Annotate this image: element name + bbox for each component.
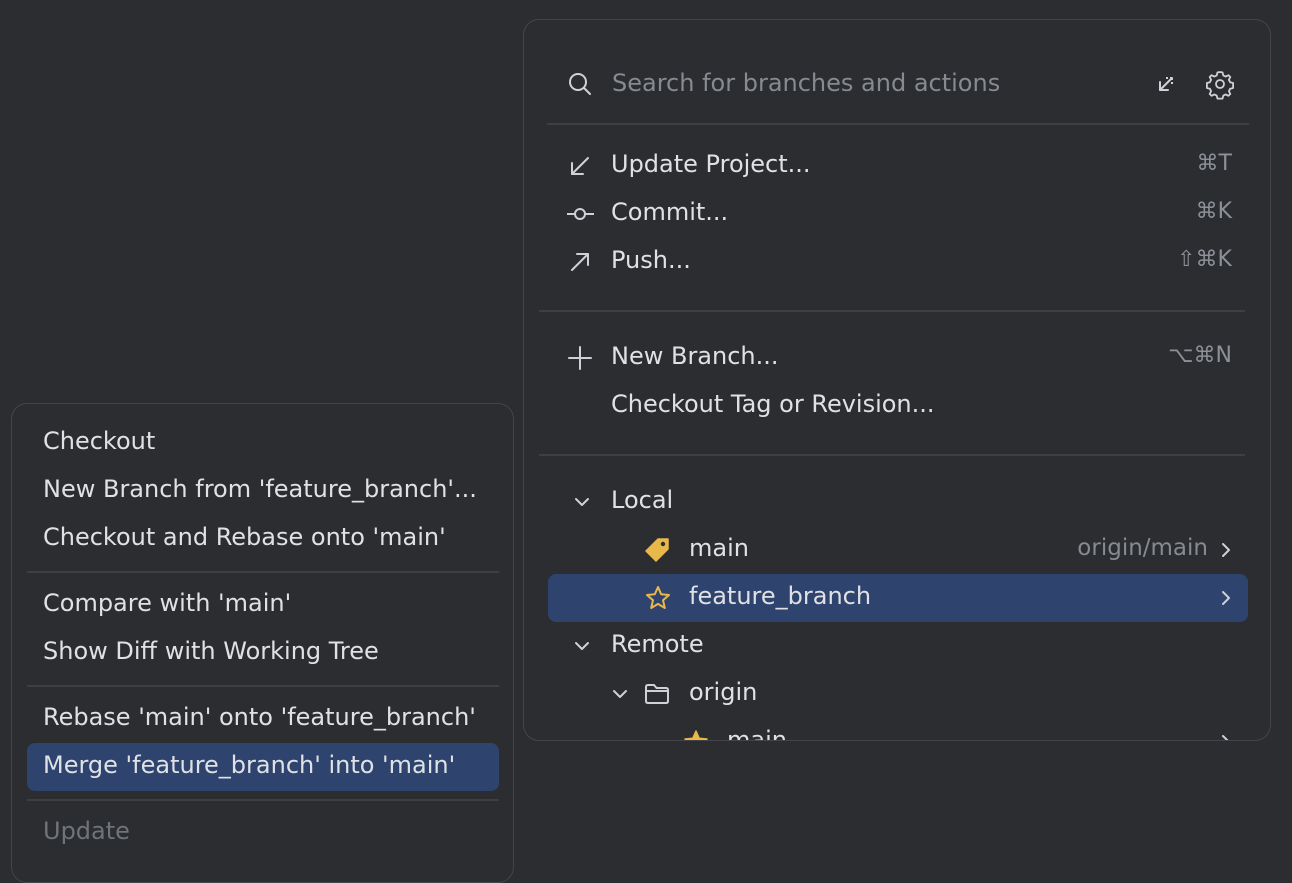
tree-group-origin[interactable]: origin (548, 670, 1248, 718)
commit-action[interactable]: Commit... ⌘K (548, 190, 1248, 238)
menu-separator (27, 571, 499, 573)
menu-item-label: Compare with 'main' (43, 589, 292, 617)
menu-separator (27, 685, 499, 687)
menu-item-compare[interactable]: Compare with 'main' (27, 581, 499, 629)
tree-group-label: Remote (611, 630, 704, 658)
push-arrow-icon (571, 253, 589, 271)
action-shortcut: ⌘K (1195, 199, 1232, 224)
action-label: Update Project... (611, 150, 811, 178)
menu-item-label: Rebase 'main' onto 'feature_branch' (43, 703, 476, 731)
chevron-right-icon[interactable] (1216, 732, 1236, 741)
search-icon (569, 73, 591, 95)
branch-name: main (727, 726, 787, 741)
new-branch-action[interactable]: New Branch... ⌥⌘N (548, 334, 1248, 382)
menu-item-label: Show Diff with Working Tree (43, 637, 379, 665)
branches-popup: Update Project... ⌘T Commit... ⌘K Push..… (523, 19, 1271, 741)
star-outline-icon (646, 586, 670, 609)
action-label: New Branch... (611, 342, 779, 370)
menu-separator (27, 799, 499, 801)
chevron-down-icon (613, 690, 627, 698)
search-bar[interactable] (548, 64, 1248, 104)
menu-item-checkout[interactable]: Checkout (27, 419, 499, 467)
divider (539, 454, 1245, 456)
collapse-icon[interactable] (1152, 70, 1180, 98)
divider (539, 310, 1245, 312)
menu-item-label: Checkout (43, 427, 156, 455)
branch-item-main[interactable]: main origin/main (548, 526, 1248, 574)
gear-icon[interactable] (1204, 68, 1236, 100)
action-label: Push... (611, 246, 691, 274)
menu-item-show-diff[interactable]: Show Diff with Working Tree (27, 629, 499, 677)
menu-item-new-branch-from[interactable]: New Branch from 'feature_branch'... (27, 467, 499, 515)
chevron-down-icon (575, 642, 589, 650)
menu-item-rebase[interactable]: Rebase 'main' onto 'feature_branch' (27, 695, 499, 743)
menu-item-label: Update (43, 817, 130, 845)
checkout-tag-action[interactable]: Checkout Tag or Revision... (548, 382, 1248, 430)
branch-item-feature-branch[interactable]: feature_branch (548, 574, 1248, 622)
branch-context-menu: Checkout New Branch from 'feature_branch… (11, 403, 514, 883)
chevron-right-icon[interactable] (1216, 540, 1236, 560)
update-project-action[interactable]: Update Project... ⌘T (548, 142, 1248, 190)
tree-group-remote[interactable]: Remote (548, 622, 1248, 670)
menu-item-label: Checkout and Rebase onto 'main' (43, 523, 446, 551)
update-arrow-icon (571, 157, 589, 175)
search-input[interactable] (610, 66, 1130, 100)
menu-item-update: Update (27, 809, 499, 857)
divider (547, 123, 1249, 125)
plus-icon (568, 346, 592, 370)
branch-name: main (689, 534, 749, 562)
menu-item-label: Merge 'feature_branch' into 'main' (43, 751, 456, 779)
tag-icon (645, 538, 669, 562)
action-shortcut: ⌥⌘N (1168, 343, 1232, 368)
chevron-down-icon (575, 498, 589, 506)
tree-group-local[interactable]: Local (548, 478, 1248, 526)
branch-item-origin-main[interactable]: main (548, 718, 1248, 741)
action-shortcut: ⇧⌘K (1177, 247, 1232, 272)
star-filled-icon (684, 730, 708, 740)
folder-icon (645, 684, 669, 704)
push-action[interactable]: Push... ⇧⌘K (548, 238, 1248, 286)
action-label: Commit... (611, 198, 729, 226)
menu-item-checkout-and-rebase[interactable]: Checkout and Rebase onto 'main' (27, 515, 499, 563)
action-label: Checkout Tag or Revision... (611, 390, 935, 418)
commit-icon (567, 208, 594, 220)
branch-name: feature_branch (689, 582, 872, 610)
tracking-branch: origin/main (1077, 535, 1208, 561)
chevron-right-icon[interactable] (1216, 588, 1236, 608)
menu-item-label: New Branch from 'feature_branch'... (43, 475, 477, 503)
action-shortcut: ⌘T (1196, 151, 1232, 176)
tree-group-label: origin (689, 678, 758, 706)
tree-group-label: Local (611, 486, 674, 514)
menu-item-merge[interactable]: Merge 'feature_branch' into 'main' (27, 743, 499, 791)
